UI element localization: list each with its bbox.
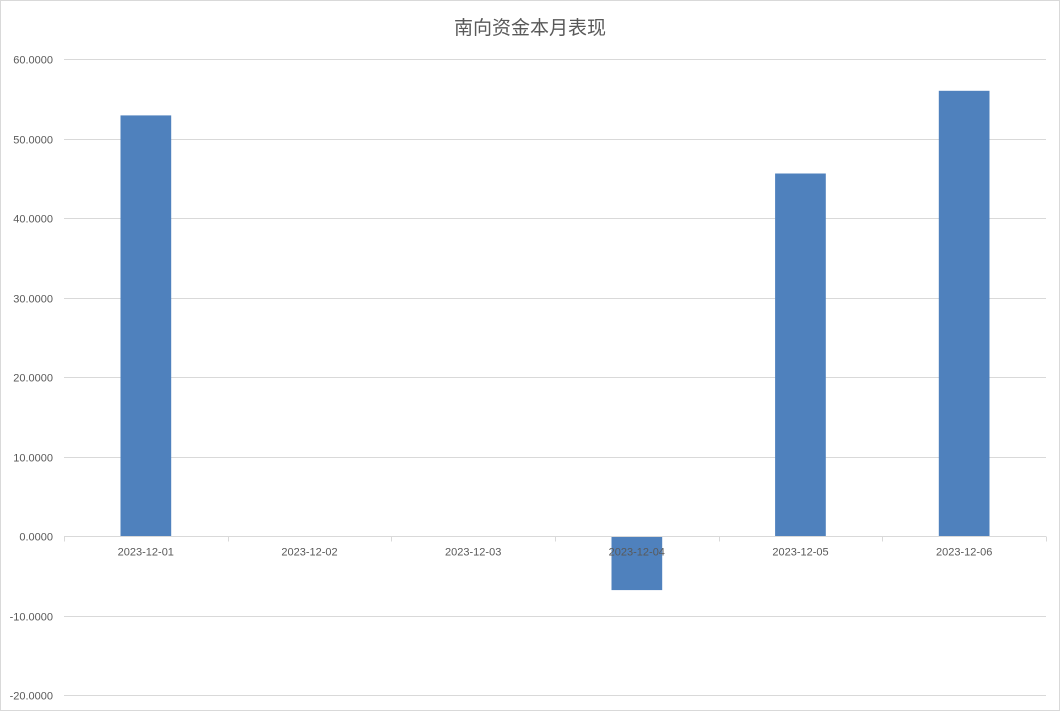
y-tick-label: 10.0000 [13,453,53,465]
x-axis [64,536,1047,542]
x-tick-label: 2023-12-03 [445,547,501,559]
bars [120,90,990,591]
x-tick-label: 2023-12-05 [772,547,828,559]
bar [938,90,990,537]
gridlines [64,59,1046,696]
bar [120,115,172,537]
y-axis-tick-labels: -20.0000 -10.0000 0.0000 10.0000 20.0000 30.0… [10,55,53,703]
chart-title: 南向资金本月表现 [454,17,606,39]
y-tick-label: 50.0000 [13,135,53,147]
y-tick-label: 40.0000 [13,214,53,226]
y-tick-label: 20.0000 [13,373,53,385]
chart-area: 南向资金本月表现 -20.0000 -10.0000 0.0000 10.0000 20… [0,0,1060,711]
x-tick-label: 2023-12-04 [609,547,665,559]
bar [775,173,826,536]
y-tick-label: -10.0000 [10,612,53,624]
bar-chart: 南向资金本月表现 -20.0000 -10.0000 0.0000 10.0000 20… [10,17,1047,703]
y-tick-label: -20.0000 [10,691,53,703]
y-tick-label: 60.0000 [13,55,53,67]
x-tick-label: 2023-12-01 [118,547,174,559]
y-tick-label: 0.0000 [19,532,53,544]
y-tick-label: 30.0000 [13,294,53,306]
x-axis-tick-labels: 2023-12-01 2023-12-02 2023-12-03 2023-12-04… [118,547,993,559]
bar [611,536,663,591]
x-tick-label: 2023-12-06 [936,547,992,559]
x-tick-label: 2023-12-02 [281,547,337,559]
